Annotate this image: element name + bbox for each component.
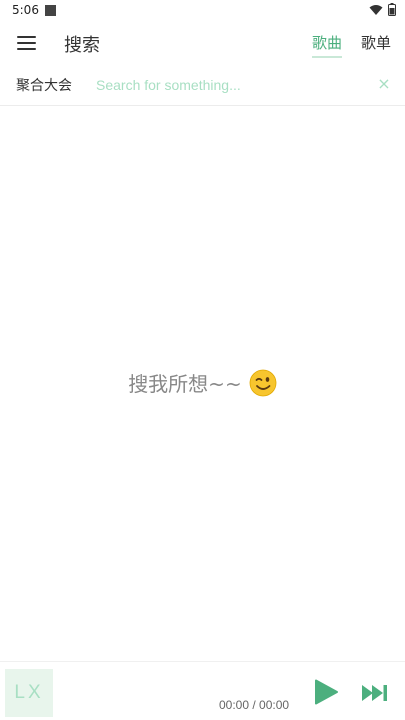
- skip-next-icon: [362, 685, 383, 701]
- total-time: 00:00: [259, 698, 290, 712]
- tab-songs[interactable]: 歌曲: [312, 32, 343, 58]
- empty-state-message: 搜我所想~~: [128, 372, 242, 396]
- tab-playlists[interactable]: 歌单: [361, 32, 391, 58]
- play-icon: [315, 679, 338, 705]
- status-bar: 5:06: [0, 0, 405, 22]
- header: 搜索 歌曲 歌单: [0, 22, 405, 64]
- hamburger-menu-icon: [17, 36, 36, 38]
- status-time: 5:06: [12, 3, 39, 17]
- source-selector[interactable]: 聚合大会: [16, 75, 72, 95]
- play-button[interactable]: [313, 679, 339, 705]
- empty-state: 搜我所想~~: [0, 368, 405, 397]
- search-row: 聚合大会 ×: [0, 64, 405, 106]
- wifi-icon: [369, 5, 383, 15]
- album-cover[interactable]: LX: [5, 669, 53, 717]
- battery-icon: [388, 3, 396, 16]
- next-button[interactable]: [361, 683, 389, 703]
- hamburger-menu-icon: [17, 42, 36, 44]
- current-time: 00:00: [219, 698, 250, 712]
- winking-face-icon: [249, 369, 277, 396]
- notification-icon: [45, 5, 56, 16]
- page-title: 搜索: [64, 35, 100, 56]
- player-bar: LX 00:00 / 00:00: [0, 661, 405, 720]
- time-separator: /: [249, 698, 260, 712]
- hamburger-menu-icon: [17, 48, 36, 50]
- menu-button[interactable]: [12, 30, 42, 56]
- playback-time: 00:00 / 00:00: [219, 698, 289, 712]
- close-icon[interactable]: ×: [375, 74, 393, 93]
- search-input[interactable]: [90, 72, 370, 98]
